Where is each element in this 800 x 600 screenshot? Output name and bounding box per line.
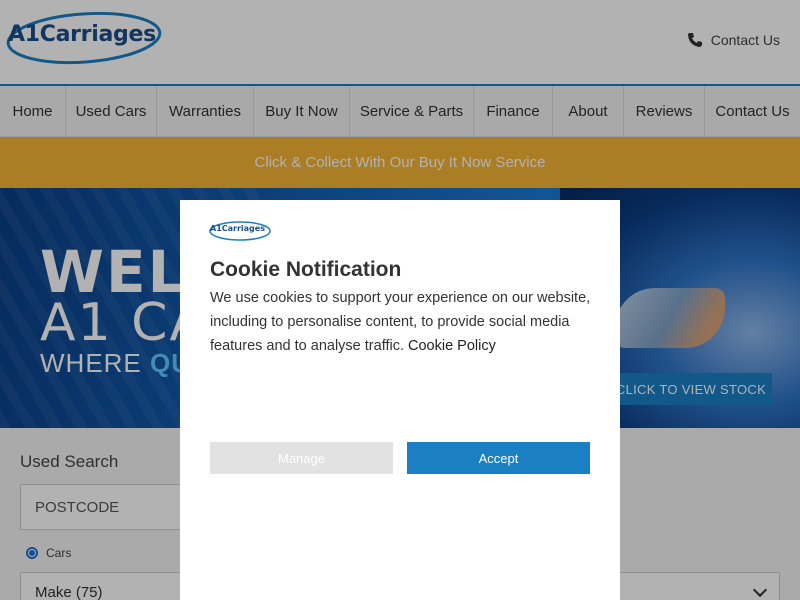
cookie-title: Cookie Notification <box>210 258 402 281</box>
accept-button[interactable]: Accept <box>407 442 590 474</box>
cookie-modal: A1Carriages Cookie Notification We use c… <box>180 200 620 600</box>
cookie-policy-link[interactable]: Cookie Policy <box>408 338 496 354</box>
cookie-body: We use cookies to support your experienc… <box>210 286 600 358</box>
modal-logo: A1Carriages <box>208 220 272 244</box>
manage-button[interactable]: Manage <box>210 442 393 474</box>
cookie-body-text: We use cookies to support your experienc… <box>210 290 591 354</box>
modal-logo-text: A1Carriages <box>210 224 265 233</box>
